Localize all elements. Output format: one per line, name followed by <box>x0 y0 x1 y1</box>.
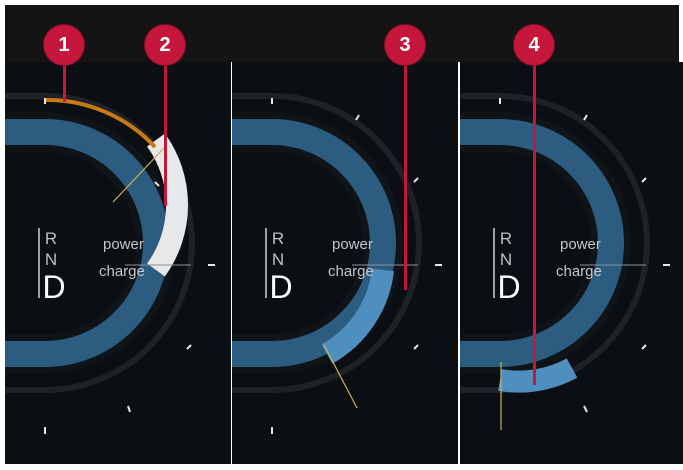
callout-4-badge: 4 <box>514 25 554 65</box>
callout-2-leader <box>164 60 167 206</box>
gear-r-n: R N <box>269 228 287 270</box>
gear-n-label: N <box>271 250 285 269</box>
callout-2-badge: 2 <box>145 25 185 65</box>
charge-label: charge <box>328 263 374 280</box>
gear-indicator-bar <box>265 228 267 298</box>
gear-d-label: D <box>497 269 521 305</box>
charge-label: charge <box>556 263 602 280</box>
power-label: power <box>332 236 373 253</box>
meter-panel-1: R N D power charge <box>5 62 231 464</box>
meter-panel-3: R N D power charge <box>460 62 683 464</box>
charge-label: charge <box>99 263 145 280</box>
gear-n-label: N <box>44 250 58 269</box>
callout-3-badge: 3 <box>385 25 425 65</box>
gear-r-label: R <box>271 229 285 248</box>
gear-d-label: D <box>269 269 293 305</box>
gear-r-label: R <box>499 229 513 248</box>
callout-3-leader <box>404 60 407 290</box>
gear-indicator-bar <box>38 228 40 298</box>
gear-r-n: R N <box>42 228 60 270</box>
meter-panel-2: R N D power charge <box>232 62 458 464</box>
gear-r-n: R N <box>497 228 515 270</box>
callout-1-badge: 1 <box>44 25 84 65</box>
gear-n-label: N <box>499 250 513 269</box>
power-label: power <box>103 236 144 253</box>
gear-indicator-bar <box>493 228 495 298</box>
header-bar <box>5 5 679 62</box>
callout-4-leader <box>533 60 536 385</box>
gear-d-label: D <box>42 269 66 305</box>
gear-r-label: R <box>44 229 58 248</box>
power-meter-illustration: R N D power charge R N D power charge R … <box>0 0 683 470</box>
callout-1-leader <box>63 60 66 102</box>
power-label: power <box>560 236 601 253</box>
